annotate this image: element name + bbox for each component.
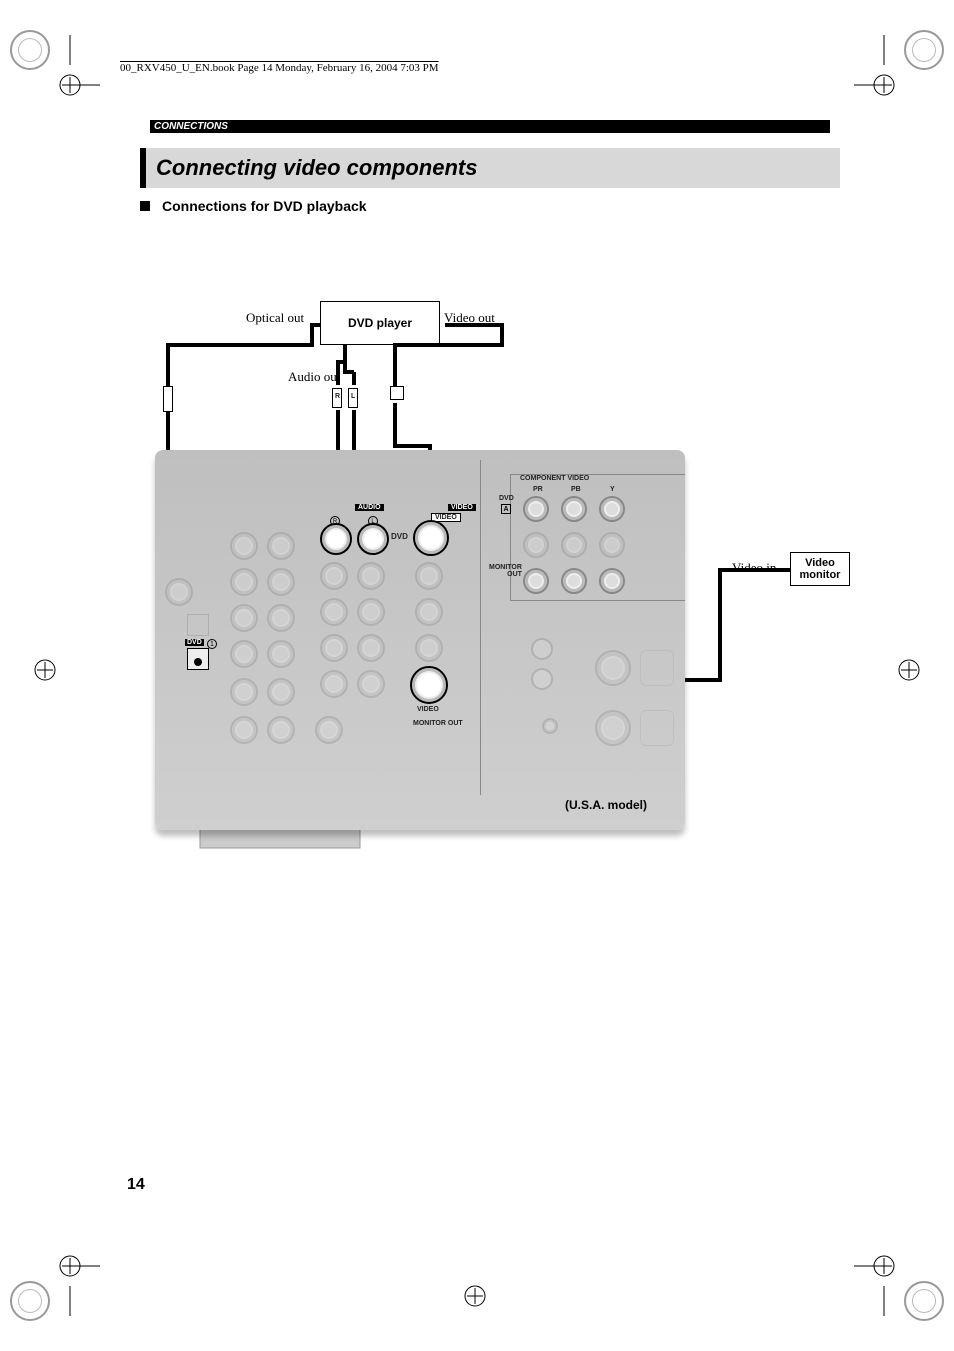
dvd-opt-label: DVD bbox=[185, 639, 204, 646]
video-mon-label: VIDEO bbox=[417, 706, 439, 713]
pr-label: PR bbox=[533, 486, 543, 493]
video-label: VIDEO bbox=[448, 504, 476, 511]
receiver-back-panel: DVD 1 AUDIO VIDEO VIDEO R L DVD VIDEO MO… bbox=[155, 450, 685, 830]
rca-plug-l: L bbox=[348, 388, 358, 408]
video-plug bbox=[390, 386, 404, 400]
page-number: 14 bbox=[127, 1176, 145, 1194]
dvd-row-label: DVD bbox=[391, 532, 408, 541]
optical-slot bbox=[187, 614, 209, 636]
model-label: (U.S.A. model) bbox=[565, 798, 647, 812]
monitor-out-label: MONITOR OUT bbox=[413, 720, 463, 727]
monitor-out-comp-label: MONITOR OUT bbox=[489, 564, 522, 578]
optical-dvd-slot bbox=[187, 648, 209, 670]
opt-circle-1: 1 bbox=[207, 639, 217, 649]
y-label: Y bbox=[610, 486, 615, 493]
rca-plug-r: R bbox=[332, 388, 342, 408]
pb-label: PB bbox=[571, 486, 581, 493]
dvd-a-label: DVD bbox=[499, 495, 514, 502]
component-video-label: COMPONENT VIDEO bbox=[520, 475, 589, 482]
audio-label: AUDIO bbox=[355, 504, 384, 511]
optical-plug bbox=[163, 386, 173, 412]
a-box: A bbox=[501, 504, 511, 514]
